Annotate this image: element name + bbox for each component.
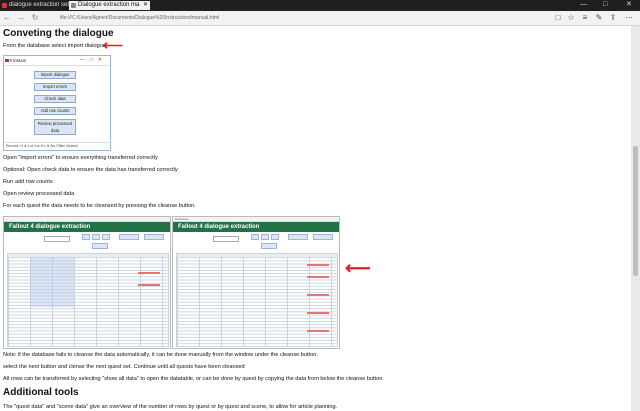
quest-combo xyxy=(213,236,239,242)
tab-manual[interactable]: Dialogue extraction ma ✕ xyxy=(69,1,150,10)
flagged-cell xyxy=(307,264,329,266)
tab-label: dialogue extraction setup xyxy=(9,2,76,8)
prev-button xyxy=(92,234,100,240)
form-title: frmMain xyxy=(10,58,27,63)
more-icon[interactable]: ⋯ xyxy=(624,13,634,23)
favorite-icon[interactable]: ☆ xyxy=(566,13,576,23)
flagged-cell xyxy=(307,276,329,278)
access-icon xyxy=(2,3,7,8)
export-button xyxy=(144,234,164,240)
address-bar: ← → ↻ file:///C:/Users/Agneri/Documents/… xyxy=(0,11,640,26)
page-title: Conveting the dialogue xyxy=(3,28,114,39)
first-button xyxy=(251,234,259,240)
close-tab-icon[interactable]: ✕ xyxy=(143,1,148,10)
export-button xyxy=(313,234,333,240)
form-titlebar: frmMain —□✕ xyxy=(4,56,110,66)
cleanse-button xyxy=(261,243,277,249)
next-button xyxy=(271,234,279,240)
show-all-button xyxy=(119,234,139,240)
data-grid xyxy=(7,253,169,347)
cleanse-button xyxy=(92,243,108,249)
flagged-cell xyxy=(307,312,329,314)
step-5: For each quest the data needs to be clea… xyxy=(3,203,196,209)
show-all-button xyxy=(288,234,308,240)
review-form-screenshot-right: frmreview Fallout 4 dialogue extraction xyxy=(172,216,340,349)
minimize-button[interactable]: — xyxy=(580,0,587,10)
check-data-button: Check data xyxy=(34,95,76,103)
tools-text: The "quest data" and "scene data" give a… xyxy=(3,404,338,410)
page-icon xyxy=(71,3,76,8)
flagged-cell xyxy=(138,272,160,274)
screenshot-banner: Fallout 4 dialogue extraction xyxy=(173,222,339,232)
scrollbar[interactable] xyxy=(631,26,640,411)
step-1: Open "Import errors" to ensure everythin… xyxy=(3,155,158,161)
intro-text: From the database select import dialogue xyxy=(3,43,106,49)
forward-button[interactable]: → xyxy=(16,13,26,23)
review-form-screenshot-left: Fallout 4 dialogue extraction xyxy=(3,216,171,349)
screenshot-controls xyxy=(173,232,339,252)
section-title: Additional tools xyxy=(3,387,79,398)
maximize-button[interactable]: □ xyxy=(603,0,607,10)
step-4: Open review processed data xyxy=(3,191,75,197)
record-navigator: Record: H ◂ 1 of 1 ▸ H ▹∗ No Filter Sear… xyxy=(4,142,112,150)
url-field[interactable]: file:///C:/Users/Agneri/Documents/Dialog… xyxy=(60,14,219,22)
page-content: Conveting the dialogue From the database… xyxy=(0,26,631,411)
red-arrow-icon: ⟵ xyxy=(103,37,124,53)
tab-setup[interactable]: dialogue extraction setup xyxy=(0,1,77,10)
access-form-screenshot: frmMain —□✕ Import dialogue Import error… xyxy=(3,55,112,151)
import-dialogue-button: Import dialogue xyxy=(34,71,76,79)
data-grid xyxy=(176,253,338,347)
screenshot-controls xyxy=(4,232,170,252)
note-3: All rows can be transferred by selecting… xyxy=(3,376,384,382)
step-2: Optional: Open check data to ensure the … xyxy=(3,167,178,173)
close-window-button[interactable]: ✕ xyxy=(626,0,632,10)
note-2: select the next button and clense the ne… xyxy=(3,364,245,370)
share-icon[interactable]: ⇪ xyxy=(608,13,618,23)
window-controls-icon: —□✕ xyxy=(79,57,107,63)
selected-rows xyxy=(30,257,74,307)
note-1: Note: if the database fails to cleanse t… xyxy=(3,352,318,358)
import-errors-button: Import errors xyxy=(34,83,76,91)
flagged-cell xyxy=(307,294,329,296)
quest-combo xyxy=(44,236,70,242)
review-processed-data-button: Review processed data xyxy=(34,119,76,135)
step-3: Run add row counts xyxy=(3,179,53,185)
flagged-cell xyxy=(307,330,329,332)
reading-view-icon[interactable]: □ xyxy=(553,13,563,23)
flagged-cell xyxy=(138,284,160,286)
prev-button xyxy=(261,234,269,240)
access-icon xyxy=(5,59,9,62)
scrollbar-thumb[interactable] xyxy=(633,146,638,276)
tab-label: Dialogue extraction ma xyxy=(78,2,140,8)
notes-icon[interactable]: ✎ xyxy=(594,13,604,23)
add-row-counts-button: Add row counts xyxy=(34,107,76,115)
hub-icon[interactable]: ≡ xyxy=(580,13,590,23)
screenshot-banner: Fallout 4 dialogue extraction xyxy=(4,222,170,232)
red-arrow-icon: ⟵ xyxy=(345,258,371,278)
tab-bar: dialogue extraction setup Dialogue extra… xyxy=(0,0,640,11)
back-button[interactable]: ← xyxy=(2,13,12,23)
next-button xyxy=(102,234,110,240)
first-button xyxy=(82,234,90,240)
refresh-button[interactable]: ↻ xyxy=(30,13,40,23)
